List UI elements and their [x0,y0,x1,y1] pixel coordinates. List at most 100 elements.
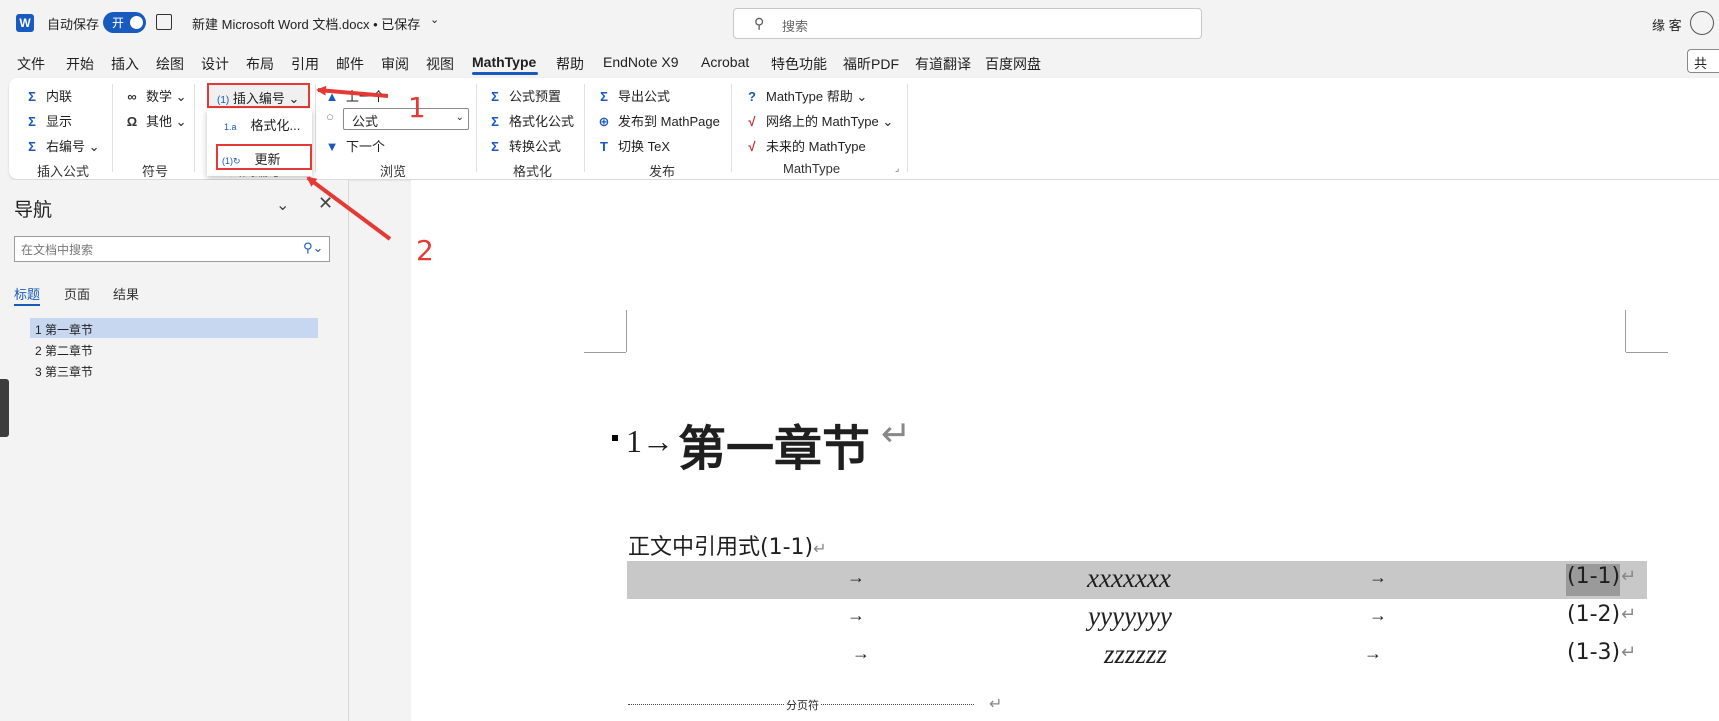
sigma-icon: Σ [28,114,36,129]
document-page[interactable]: 1→ 第一章节 ↵ 正文中引用式(1-1)↵ → xxxxxxx → (1-1)… [411,180,1719,721]
formula-preset-button[interactable]: Σ 公式预置 [487,86,561,105]
mathtype-online-button[interactable]: √ 网络上的 MathType ⌄ [744,111,893,130]
help-icon: ? [748,89,756,104]
insert-number-content: (1) 插入编号 ⌄ [217,88,299,107]
display-button[interactable]: Σ 显示 [24,111,72,130]
insert-number-dropdown: 1.a 格式化... (1)↻ 更新 [207,109,312,176]
tab-review[interactable]: 审阅 [381,54,409,74]
page-break-label: 分页符 [784,697,821,713]
chevron-down-icon[interactable]: ⌄ [430,13,439,26]
heading-number: 1→ [626,423,674,459]
tab-home[interactable]: 开始 [66,54,94,74]
convert-formula-button[interactable]: Σ 转换公式 [487,136,561,155]
search-icon: ⚲ [754,15,765,31]
heading-text[interactable]: 第一章节 [678,409,870,479]
nav-tab-pages[interactable]: 页面 [64,284,90,303]
equation-row[interactable]: → zzzzzz → (1-3) ↵ [627,637,1647,675]
tab-draw[interactable]: 绘图 [156,54,184,74]
right-number-button[interactable]: Σ 右编号 ⌄ [24,136,100,155]
tab-design[interactable]: 设计 [201,54,229,74]
sigma-icon: Σ [28,89,36,104]
sigma-icon: Σ [28,139,36,154]
insert-number-button[interactable]: (1) 插入编号 ⌄ [207,83,310,108]
nav-tab-results[interactable]: 结果 [113,284,139,303]
autosave-toggle[interactable]: 开 [103,12,146,33]
mathtype-help-button[interactable]: ? MathType 帮助 ⌄ [744,86,867,105]
tab-insert[interactable]: 插入 [111,54,139,74]
publish-mathpage-button[interactable]: ⊕ 发布到 MathPage [596,111,720,130]
search-input[interactable]: ⚲ 搜索 [733,8,1202,39]
paragraph-mark-icon: ↵ [1621,566,1637,586]
equation-number[interactable]: (1-2) [1567,602,1620,627]
equation-row[interactable]: → yyyyyyy → (1-2) ↵ [627,599,1647,637]
word-icon: W [16,14,34,32]
nav-heading-item[interactable]: 3 第三章节 [30,360,318,380]
inline-label: 内联 [46,89,73,104]
equation[interactable]: xxxxxxx [1087,563,1171,594]
chevron-down-icon: ⌄ [175,89,187,104]
nav-tab-headings[interactable]: 标题 [14,284,40,303]
save-icon[interactable] [156,14,172,30]
tab-youdao-translate[interactable]: 有道翻译 [915,54,971,74]
next-button[interactable]: ▼ 下一个 [324,136,385,155]
chevron-down-icon[interactable]: ⌄ [276,195,289,215]
user-name[interactable]: 缘 客 [1652,15,1682,34]
tab-acrobat[interactable]: Acrobat [701,54,749,70]
globe-icon: ⊕ [598,114,610,129]
tab-foxit-pdf[interactable]: 福昕PDF [843,54,899,74]
equation[interactable]: yyyyyyy [1088,601,1172,632]
format-number-item[interactable]: 1.a 格式化... [224,115,300,134]
nav-heading-item[interactable]: 1 第一章节 [30,318,318,338]
mathtype-future-button[interactable]: √ 未来的 MathType [744,136,865,155]
tab-layout[interactable]: 布局 [246,54,274,74]
toggle-knob [130,16,143,29]
document-title[interactable]: 新建 Microsoft Word 文档.docx • 已保存 [192,14,420,33]
equation[interactable]: zzzzzz [1104,639,1167,670]
ribbon: Σ内联 Σ显示 Σ右编号 ⌄ 插入公式 ∞数学 ⌄ Ω其他 ⌄ 符号 公式编号 … [9,78,1719,179]
equation-row[interactable]: → xxxxxxx → (1-1) ↵ [627,561,1647,599]
avatar[interactable] [1690,11,1714,35]
display-label: 显示 [46,114,73,129]
other-symbols-button[interactable]: Ω 其他 ⌄ [124,111,187,130]
format-formula-button[interactable]: Σ 格式化公式 [487,111,574,130]
tab-help[interactable]: 帮助 [556,54,584,74]
nav-heading-item[interactable]: 2 第二章节 [30,339,318,359]
inline-button[interactable]: Σ 内联 [24,86,72,105]
previous-button[interactable]: ▲ 上一个 [324,86,385,105]
title-bar: W 自动保存 开 新建 Microsoft Word 文档.docx • 已保存… [0,0,1719,46]
browse-type-select[interactable]: 公式 ⌄ [343,108,469,130]
search-icon[interactable]: ⚲⌄ [303,240,323,256]
sigma-icon: Σ [491,114,499,129]
equation-number[interactable]: (1-1) [1567,564,1620,589]
format-group-label: 格式化 [513,164,553,179]
tab-endnote[interactable]: EndNote X9 [603,54,679,70]
mathtype-group-label: MathType [783,161,841,176]
tab-mailings[interactable]: 邮件 [336,54,364,74]
equation-number[interactable]: (1-3) [1567,640,1620,665]
autosave-label: 自动保存 [47,17,100,32]
tab-view[interactable]: 视图 [426,54,454,74]
toggle-tex-button[interactable]: T 切换 TeX [596,136,670,155]
publish-mathpage-label: 发布到 MathPage [618,114,720,129]
close-icon[interactable]: ✕ [318,193,333,214]
sigma-icon: Σ [491,139,499,154]
tab-features[interactable]: 特色功能 [771,54,827,74]
side-panel-handle[interactable] [0,379,9,437]
insert-formula-group-label: 插入公式 [37,164,90,179]
tab-file[interactable]: 文件 [17,54,45,74]
tab-mathtype[interactable]: MathType [472,54,536,70]
export-formula-button[interactable]: Σ 导出公式 [596,86,670,105]
share-button[interactable]: 共 [1687,49,1719,73]
update-item[interactable]: (1)↻ 更新 [216,144,312,170]
body-paragraph[interactable]: 正文中引用式(1-1)↵ [628,529,827,561]
chevron-down-icon: ⌄ [88,139,100,154]
tab-references[interactable]: 引用 [291,54,319,74]
tab-baidu-netdisk[interactable]: 百度网盘 [985,54,1041,74]
chevron-down-icon: ⌄ [175,114,187,129]
next-label: 下一个 [346,139,386,154]
math-symbols-button[interactable]: ∞ 数学 ⌄ [124,86,187,105]
nav-search-input[interactable]: 在文档中搜索 ⚲⌄ [14,236,330,262]
format-number-icon: 1.a [224,122,237,132]
chevron-down-icon: ⌄ [288,91,300,106]
dialog-launcher-icon[interactable]: ⌟ [895,163,899,174]
